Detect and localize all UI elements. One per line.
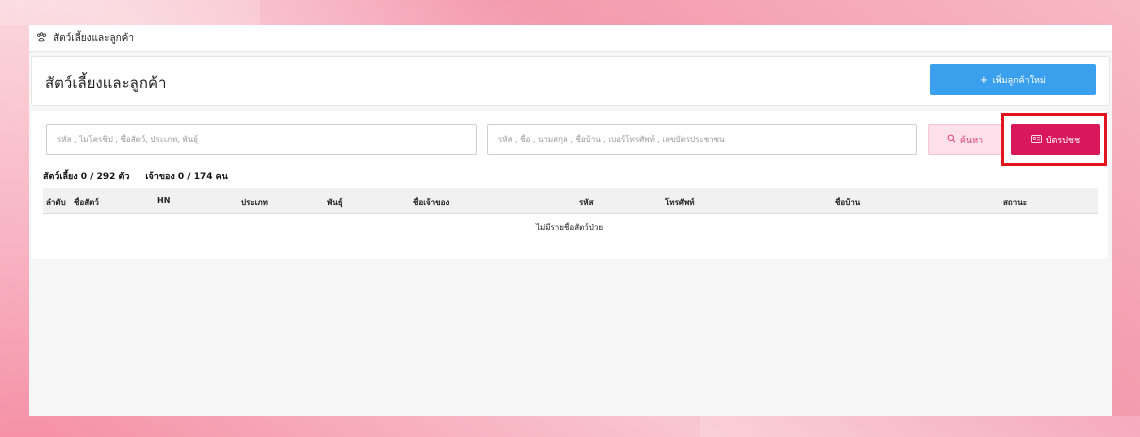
id-card-button[interactable]: บัตรปชช <box>1011 124 1100 155</box>
page-header: สัตว์เลี้ยงและลูกค้า + เพิ่มลูกค้าใหม่ <box>31 56 1110 106</box>
empty-message: ไม่มีรายชื่อสัตว์ป่วย <box>535 223 604 232</box>
col-phone: โทรศัพท์ <box>665 198 695 207</box>
pet-search-input[interactable] <box>46 124 477 155</box>
table-header: ลำดับ ชื่อสัตว์ HN ประเภท พันธุ์ ชื่อเจ้… <box>43 188 1098 214</box>
col-owner-name: ชื่อเจ้าของ <box>413 198 450 207</box>
id-card-icon <box>1031 134 1042 145</box>
page-title: สัตว์เลี้ยงและลูกค้า <box>45 74 167 92</box>
col-order: ลำดับ <box>46 198 66 207</box>
id-card-label: บัตรปชช <box>1045 134 1081 145</box>
add-customer-button[interactable]: + เพิ่มลูกค้าใหม่ <box>930 64 1096 95</box>
search-button[interactable]: ค้นหา <box>928 124 1002 155</box>
col-code: รหัส <box>579 198 594 207</box>
add-customer-label: เพิ่มลูกค้าใหม่ <box>992 74 1046 85</box>
owner-search-input[interactable] <box>487 124 917 155</box>
col-house-name: ชื่อบ้าน <box>835 198 861 207</box>
breadcrumb: สัตว์เลี้ยงและลูกค้า <box>29 25 1112 52</box>
paw-icon <box>35 31 48 45</box>
col-type: ประเภท <box>241 198 268 207</box>
plus-icon: + <box>980 72 988 87</box>
col-hn: HN <box>157 196 171 205</box>
col-pet-name: ชื่อสัตว์ <box>74 198 99 207</box>
pet-count: สัตว์เลี้ยง 0 / 292 ตัว <box>43 172 130 182</box>
col-status: สถานะ <box>1003 198 1027 207</box>
breadcrumb-label: สัตว์เลี้ยงและลูกค้า <box>53 32 134 44</box>
search-icon <box>947 134 956 145</box>
col-breed: พันธุ์ <box>327 198 343 207</box>
stats-bar: สัตว์เลี้ยง 0 / 292 ตัว เจ้าของ 0 / 174 … <box>43 169 228 183</box>
app-window: สัตว์เลี้ยงและลูกค้า สัตว์เลี้ยงและลูกค้… <box>29 25 1112 416</box>
search-panel: ค้นหา บัตรปชช สัตว์เลี้ยง 0 / 292 ตัว เจ… <box>31 111 1108 259</box>
owner-count: เจ้าของ 0 / 174 คน <box>145 172 228 182</box>
search-label: ค้นหา <box>959 134 984 145</box>
